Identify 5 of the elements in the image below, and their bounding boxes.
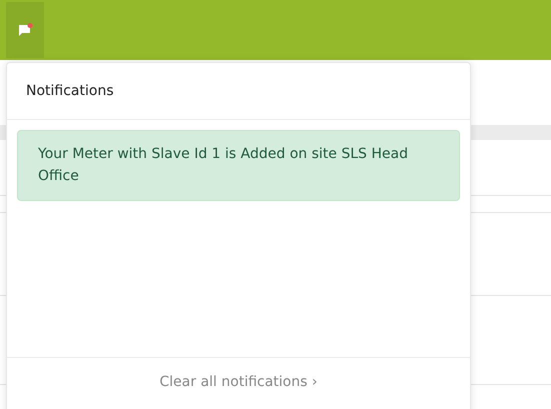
- panel-title: Notifications: [26, 83, 114, 99]
- chat-icon: [17, 23, 33, 37]
- clear-notifications-link[interactable]: Clear all notifications ›: [160, 374, 318, 394]
- notification-message[interactable]: Your Meter with Slave Id 1 is Added on site SLS Head Office: [17, 130, 460, 201]
- notifications-button[interactable]: [6, 2, 44, 58]
